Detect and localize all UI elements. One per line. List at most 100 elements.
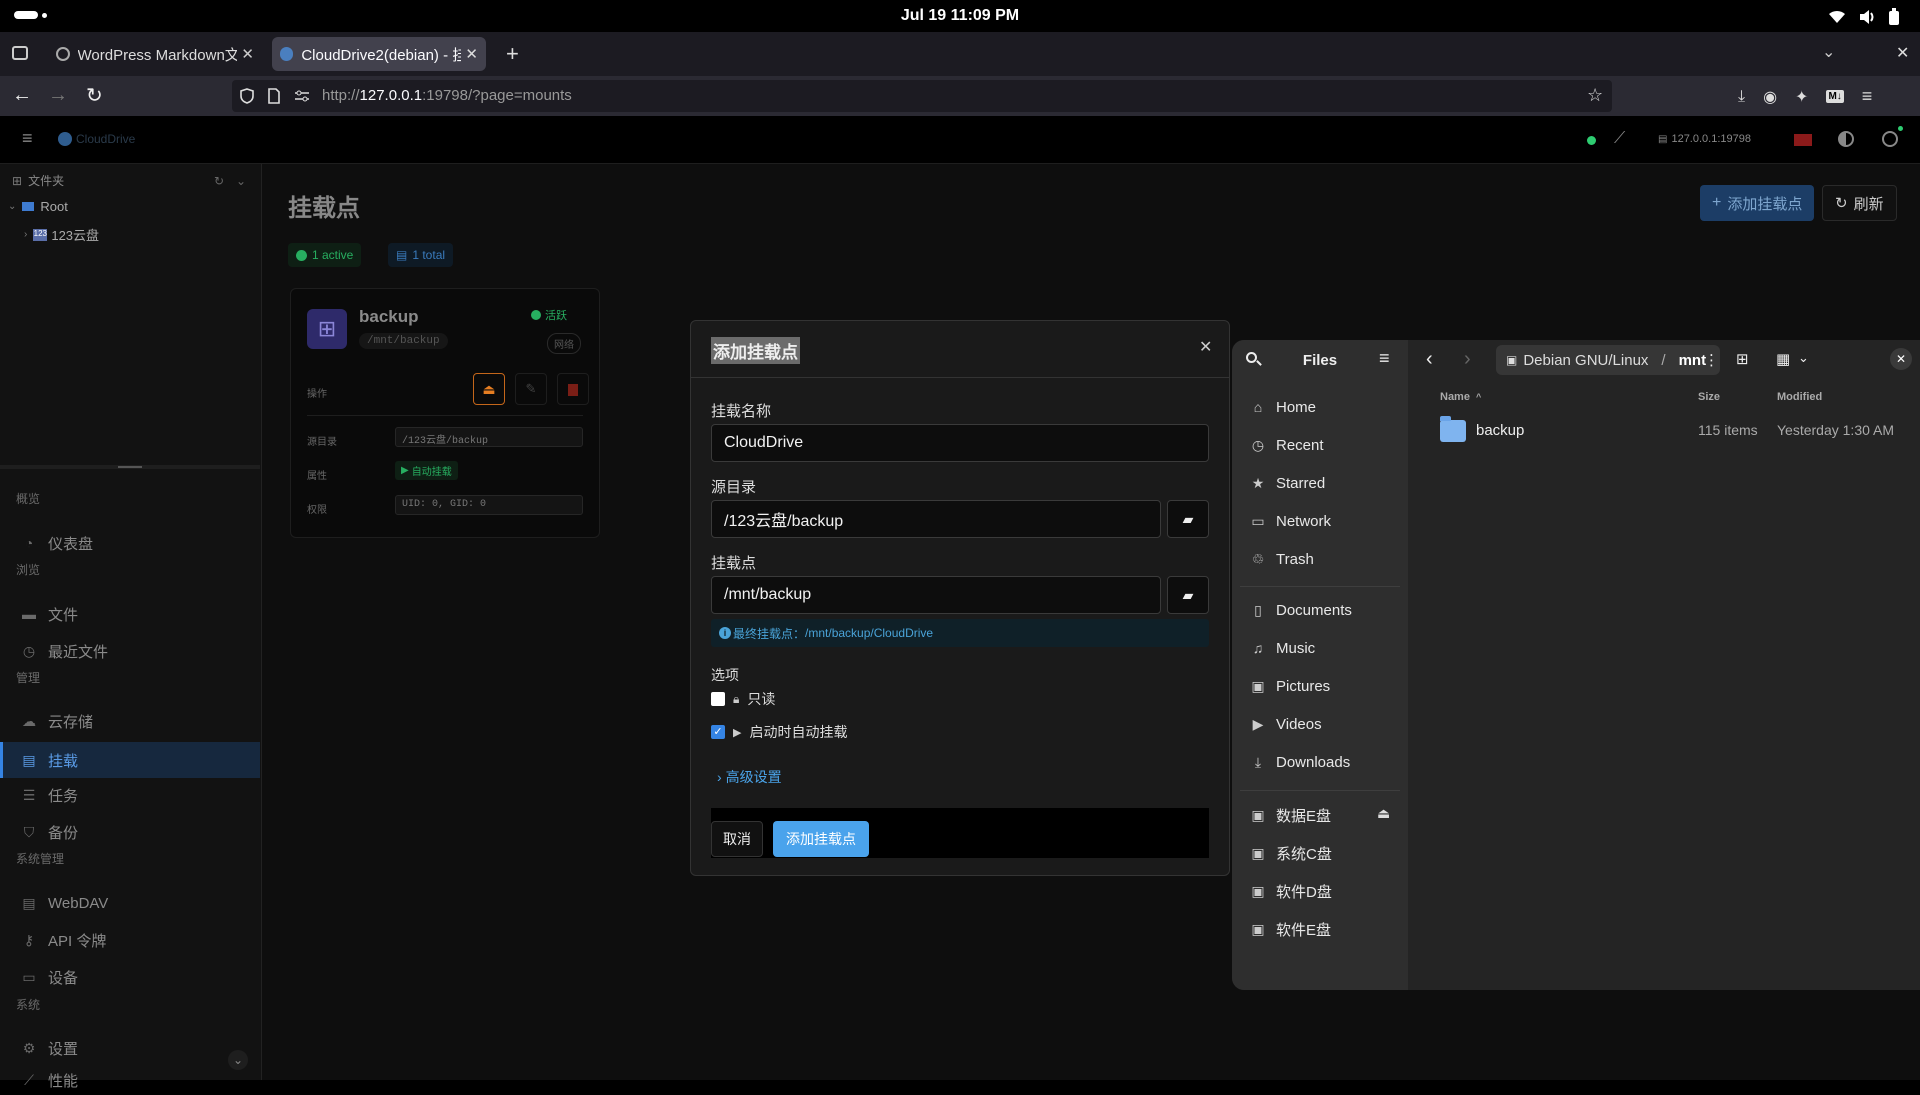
column-modified[interactable]: Modified [1777, 391, 1822, 403]
name-input[interactable]: CloudDrive [711, 424, 1209, 462]
server-address[interactable]: ▤ 127.0.0.1:19798 [1658, 133, 1751, 145]
nav-backup[interactable]: ⛉ 备份 [20, 817, 78, 847]
nav-tasks[interactable]: ☰ 任务 [20, 780, 78, 810]
column-size[interactable]: Size [1698, 391, 1720, 403]
cancel-button[interactable]: 取消 [711, 821, 763, 857]
nav-devices[interactable]: ▭ 设备 [20, 962, 78, 992]
nav-settings[interactable]: ⚙ 设置 [20, 1033, 78, 1063]
column-name[interactable]: Name ^ [1440, 391, 1481, 403]
source-input[interactable]: /123云盘/backup [711, 500, 1161, 538]
page-icon[interactable] [268, 88, 280, 104]
bookmark-downloads[interactable]: ⤓ Downloads [1250, 747, 1350, 777]
edit-button[interactable]: ✎ [515, 373, 547, 405]
tab-overview-icon[interactable] [12, 46, 28, 60]
reload-icon[interactable]: ↻ [86, 83, 103, 108]
bookmark-documents[interactable]: ▯ Documents [1250, 595, 1352, 625]
place-home[interactable]: ⌂ Home [1250, 392, 1316, 422]
browse-source-button[interactable]: ▰ [1167, 500, 1209, 538]
close-icon[interactable]: ✕ [241, 45, 254, 63]
close-icon[interactable]: ✕ [1890, 348, 1912, 370]
bookmark-pictures[interactable]: ▣ Pictures [1250, 671, 1330, 701]
menu-hamburger-icon[interactable]: ≡ [1862, 86, 1873, 107]
nav-performance[interactable]: ⟋ 性能 [20, 1065, 78, 1095]
advanced-settings-toggle[interactable]: › 高级设置 [717, 767, 782, 787]
breadcrumb-current[interactable]: mnt [1679, 352, 1707, 369]
place-trash[interactable]: ♲ Trash [1250, 544, 1314, 574]
place-starred[interactable]: ★ Starred [1250, 468, 1325, 498]
readonly-option[interactable]: 🔒︎ 只读 [711, 689, 775, 709]
forward-arrow-icon[interactable]: → [48, 84, 68, 107]
clock[interactable]: Jul 19 11:09 PM [0, 7, 1920, 25]
system-tray[interactable] [1828, 8, 1900, 26]
nav-recent-files[interactable]: ◷ 最近文件 [20, 636, 108, 666]
tree-node-root[interactable]: ⌄ Root [8, 199, 68, 214]
language-flag-icon[interactable] [1794, 134, 1812, 146]
drive-software-e[interactable]: ▣ 软件E盘 [1250, 914, 1331, 944]
back-arrow-icon[interactable]: ← [12, 84, 32, 107]
location-bar[interactable]: ▣ Debian GNU/Linux / mnt ⋮ [1496, 345, 1720, 375]
user-account-icon[interactable] [1882, 131, 1898, 147]
tab-list-chevron-icon[interactable]: ⌄ [1822, 42, 1835, 62]
divider-handle[interactable] [118, 466, 142, 468]
download-icon[interactable]: ⤓ [1738, 88, 1745, 106]
more-options-icon[interactable]: ⋮ [1704, 351, 1719, 369]
app-logo[interactable]: CloudDrive [58, 132, 135, 146]
file-row[interactable]: backup 115 items Yesterday 1:30 AM [1430, 410, 1920, 454]
close-icon[interactable]: ✕ [465, 45, 478, 63]
mount-name: backup [359, 307, 419, 326]
sidebar-menu-icon[interactable]: ≡ [1379, 348, 1390, 369]
delete-button[interactable] [557, 373, 589, 405]
theme-toggle-icon[interactable] [1838, 131, 1854, 147]
permissions-icon[interactable] [294, 90, 310, 102]
shield-icon[interactable] [240, 88, 254, 104]
close-icon[interactable]: ✕ [1199, 337, 1212, 357]
bookmark-star-icon[interactable]: ☆ [1587, 85, 1603, 106]
readonly-checkbox[interactable] [711, 692, 725, 706]
new-tab-plus-icon[interactable]: + [506, 41, 519, 67]
picture-icon: ▣ [1251, 677, 1265, 694]
drive-data-e[interactable]: ▣ 数据E盘 [1250, 800, 1331, 830]
browse-mount-button[interactable]: ▰ [1167, 576, 1209, 614]
nav-dashboard[interactable]: ◔ 仪表盘 [20, 528, 93, 558]
breadcrumb-root[interactable]: Debian GNU/Linux [1523, 352, 1648, 369]
collapse-tree-icon[interactable]: ⌄ [236, 174, 246, 188]
tab-clouddrive[interactable]: CloudDrive2(debian) - 挂 ✕ [272, 37, 486, 71]
add-mount-button[interactable]: + 添加挂载点 [1700, 185, 1815, 221]
forward-chevron-icon[interactable]: › [1464, 348, 1471, 371]
unmount-button[interactable]: ⏏ [473, 373, 505, 405]
url-text[interactable]: http://127.0.0.1:19798/?page=mounts [322, 87, 572, 104]
drive-system-c[interactable]: ▣ 系统C盘 [1250, 838, 1331, 868]
autostart-checkbox[interactable]: ✓ [711, 725, 725, 739]
drive-software-d[interactable]: ▣ 软件D盘 [1250, 876, 1331, 906]
autostart-option[interactable]: ✓ ▶ 启动时自动挂载 [711, 722, 847, 742]
window-close-icon[interactable]: ✕ [1896, 43, 1909, 63]
nav-cloud-storage[interactable]: ☁ 云存储 [20, 706, 93, 736]
place-recent[interactable]: ◷ Recent [1250, 430, 1324, 460]
view-options-chevron-icon[interactable]: ⌄ [1798, 350, 1809, 366]
bookmark-music[interactable]: ♫ Music [1250, 633, 1315, 663]
nav-mounts[interactable]: ▤ 挂载 [20, 745, 78, 775]
nav-webdav[interactable]: ▤ WebDAV [20, 888, 108, 918]
refresh-button[interactable]: ↻ 刷新 [1822, 185, 1897, 221]
tree-node-123pan[interactable]: › 123 123云盘 [24, 225, 99, 244]
nav-files[interactable]: ▬ 文件 [20, 599, 78, 629]
gear-icon: ⚙ [22, 1039, 36, 1056]
markdown-extension-icon[interactable]: M↓ [1826, 90, 1844, 103]
grid-view-icon[interactable]: ▦ [1776, 350, 1790, 368]
nav-api-tokens[interactable]: ⚷ API 令牌 [20, 925, 107, 955]
back-chevron-icon[interactable]: ‹ [1426, 348, 1433, 371]
submit-button[interactable]: 添加挂载点 [773, 821, 869, 857]
mount-input[interactable]: /mnt/backup [711, 576, 1161, 614]
chart-icon[interactable]: ⟋ [1614, 130, 1625, 148]
place-network[interactable]: ▭ Network [1250, 506, 1331, 536]
eject-icon[interactable]: ⏏ [1377, 805, 1390, 822]
tab-wordpress[interactable]: WordPress Markdown文 ✕ [48, 37, 262, 71]
account-icon[interactable]: ◉ [1763, 87, 1777, 107]
scroll-down-chevron-icon[interactable]: ⌄ [228, 1050, 248, 1070]
refresh-tree-icon[interactable]: ↻ [214, 174, 224, 188]
new-folder-icon[interactable]: ⊞ [1736, 350, 1749, 368]
url-bar[interactable]: http://127.0.0.1:19798/?page=mounts ☆ [232, 80, 1612, 112]
extensions-icon[interactable]: ✦ [1795, 87, 1808, 107]
sidebar-toggle-icon[interactable]: ≡ [22, 128, 33, 149]
bookmark-videos[interactable]: ▶ Videos [1250, 709, 1322, 739]
